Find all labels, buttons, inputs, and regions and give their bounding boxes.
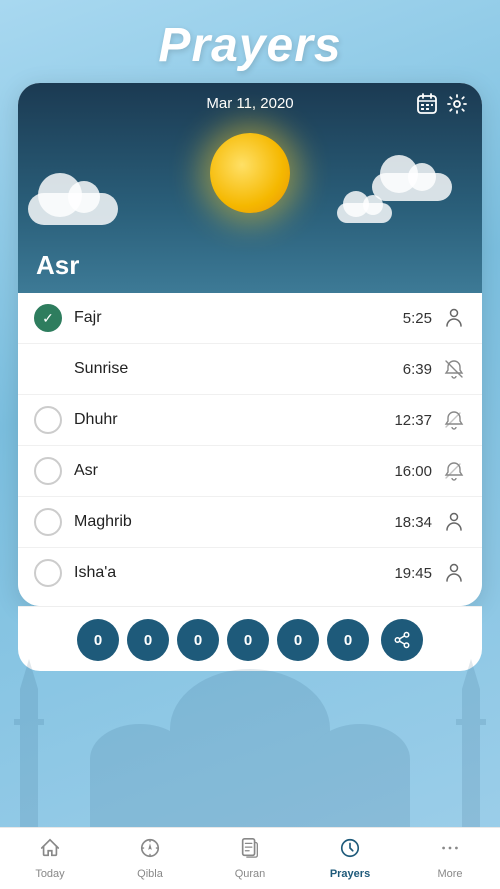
prayer-icon-ishaa[interactable] xyxy=(442,561,466,585)
prayer-icon-maghrib[interactable] xyxy=(442,510,466,534)
sun xyxy=(210,133,290,213)
prayer-name-fajr: Fajr xyxy=(74,309,403,327)
prayer-check-fajr[interactable]: ✓ xyxy=(34,304,62,332)
header-icons xyxy=(416,93,468,120)
prayer-icon-dhuhr[interactable] xyxy=(442,408,466,432)
nav-item-quran[interactable]: Quran xyxy=(200,831,300,886)
cloud-right xyxy=(372,173,452,201)
prayer-time-ishaa: 19:45 xyxy=(394,565,432,582)
prayer-time-maghrib: 18:34 xyxy=(394,514,432,531)
nav-icon-more xyxy=(439,837,461,865)
prayer-icon-asr[interactable] xyxy=(442,459,466,483)
nav-item-today[interactable]: Today xyxy=(0,831,100,886)
nav-label-prayers: Prayers xyxy=(330,868,370,880)
calendar-icon[interactable] xyxy=(416,93,438,120)
prayer-name-sunrise: Sunrise xyxy=(74,360,403,378)
prayer-icon-sunrise[interactable] xyxy=(442,357,466,381)
nav-label-today: Today xyxy=(35,868,64,880)
prayer-time-asr: 16:00 xyxy=(394,463,432,480)
nav-icon-prayers xyxy=(339,837,361,865)
nav-icon-quran xyxy=(239,837,261,865)
counter-button-1[interactable]: 0 xyxy=(127,619,169,661)
prayer-check-asr[interactable] xyxy=(34,457,62,485)
prayer-name-dhuhr: Dhuhr xyxy=(74,411,394,429)
counter-button-2[interactable]: 0 xyxy=(177,619,219,661)
prayer-check-dhuhr[interactable] xyxy=(34,406,62,434)
counter-button-4[interactable]: 0 xyxy=(277,619,319,661)
share-button[interactable] xyxy=(381,619,423,661)
nav-label-more: More xyxy=(437,868,462,880)
prayer-row-dhuhr: Dhuhr12:37 xyxy=(18,395,482,446)
prayer-icon-fajr[interactable] xyxy=(442,306,466,330)
prayer-row-fajr: ✓ Fajr5:25 xyxy=(18,293,482,344)
counter-button-0[interactable]: 0 xyxy=(77,619,119,661)
prayer-time-dhuhr: 12:37 xyxy=(394,412,432,429)
sky-header: Mar 11, 2020 xyxy=(18,83,482,293)
current-prayer-label: Asr xyxy=(36,250,79,281)
nav-item-qibla[interactable]: Qibla xyxy=(100,831,200,886)
prayer-check-ishaa[interactable] xyxy=(34,559,62,587)
prayer-check-maghrib[interactable] xyxy=(34,508,62,536)
nav-item-prayers[interactable]: Prayers xyxy=(300,831,400,886)
prayer-list: ✓ Fajr5:25 Sunrise6:39 Dhuhr12:37 Asr16:0… xyxy=(18,293,482,606)
cloud-small xyxy=(337,203,392,223)
date-bar: Mar 11, 2020 xyxy=(18,83,482,112)
nav-label-qibla: Qibla xyxy=(137,868,163,880)
date-text: Mar 11, 2020 xyxy=(34,95,466,112)
nav-label-quran: Quran xyxy=(235,868,266,880)
counter-button-5[interactable]: 0 xyxy=(327,619,369,661)
bottom-nav: Today Qibla Quran Prayers More xyxy=(0,827,500,889)
prayer-row-maghrib: Maghrib18:34 xyxy=(18,497,482,548)
page-title: Prayers xyxy=(0,0,500,73)
cloud-left xyxy=(28,193,118,225)
prayer-row-sunrise: Sunrise6:39 xyxy=(18,344,482,395)
prayer-check-sunrise xyxy=(34,355,62,383)
prayer-row-ishaa: Isha'a19:45 xyxy=(18,548,482,598)
prayer-name-ishaa: Isha'a xyxy=(74,564,394,582)
prayer-name-asr: Asr xyxy=(74,462,394,480)
settings-icon[interactable] xyxy=(446,93,468,120)
prayer-row-asr: Asr16:00 xyxy=(18,446,482,497)
prayer-time-sunrise: 6:39 xyxy=(403,361,432,378)
prayer-time-fajr: 5:25 xyxy=(403,310,432,327)
nav-item-more[interactable]: More xyxy=(400,831,500,886)
nav-icon-today xyxy=(39,837,61,865)
counter-row: 000000 xyxy=(18,606,482,671)
main-card: Mar 11, 2020 xyxy=(18,83,482,606)
counter-button-3[interactable]: 0 xyxy=(227,619,269,661)
nav-icon-qibla xyxy=(139,837,161,865)
prayer-name-maghrib: Maghrib xyxy=(74,513,394,531)
